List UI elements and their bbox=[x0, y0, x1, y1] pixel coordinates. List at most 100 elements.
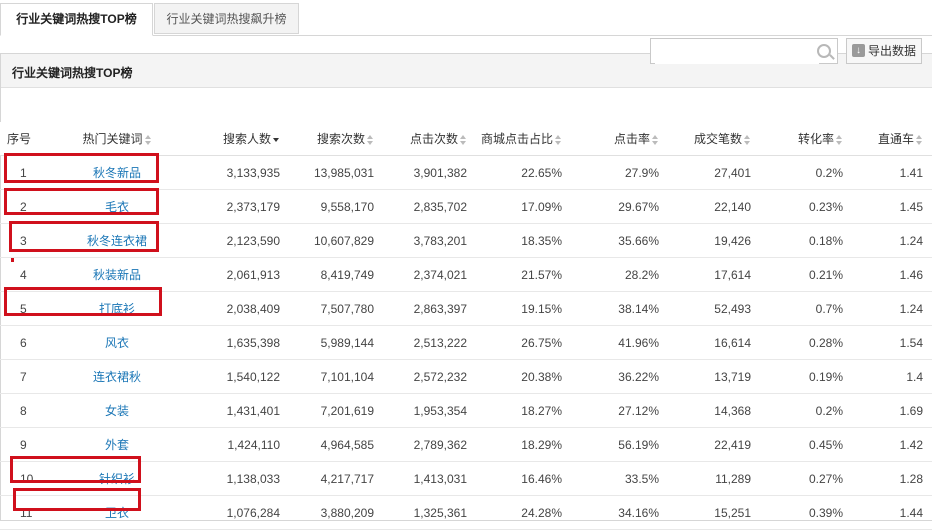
keyword-link[interactable]: 风衣 bbox=[105, 336, 129, 350]
search-count-cell: 8,419,749 bbox=[320, 267, 374, 282]
rank-cell: 4 bbox=[20, 267, 27, 282]
col-header-rank: 序号 bbox=[0, 122, 52, 156]
col-header-ctr[interactable]: 点击率 bbox=[571, 122, 668, 156]
deals-cell: 15,251 bbox=[714, 505, 751, 520]
keyword-link[interactable]: 秋装新品 bbox=[93, 268, 141, 282]
col-header-conversion[interactable]: 转化率 bbox=[760, 122, 852, 156]
mall-click-share-cell: 21.57% bbox=[521, 267, 562, 282]
ctr-cell: 41.96% bbox=[618, 335, 659, 350]
click-count-cell: 2,374,021 bbox=[413, 267, 467, 282]
mall-click-share-cell: 19.15% bbox=[521, 301, 562, 316]
sort-icon bbox=[555, 134, 562, 145]
ztc-cell: 1.46 bbox=[899, 267, 923, 282]
mall-click-share-cell: 17.09% bbox=[521, 199, 562, 214]
ztc-cell: 1.45 bbox=[899, 199, 923, 214]
rank-cell: 8 bbox=[20, 403, 27, 418]
mall-click-share-cell: 24.28% bbox=[521, 505, 562, 520]
col-header-ztc[interactable]: 直通车 bbox=[852, 122, 932, 156]
deals-cell: 22,419 bbox=[714, 437, 751, 452]
conversion-cell: 0.45% bbox=[808, 437, 843, 452]
search-box[interactable] bbox=[650, 38, 838, 64]
highlight-box-row-11 bbox=[13, 488, 141, 511]
col-header-keyword[interactable]: 热门关键词 bbox=[52, 122, 182, 156]
search-input[interactable] bbox=[655, 40, 819, 64]
search-users-cell: 2,373,179 bbox=[226, 199, 280, 214]
mall-click-share-cell: 26.75% bbox=[521, 335, 562, 350]
search-count-cell: 4,964,585 bbox=[320, 437, 374, 452]
search-count-cell: 7,201,619 bbox=[320, 403, 374, 418]
rank-cell: 7 bbox=[20, 369, 27, 384]
conversion-cell: 0.2% bbox=[815, 165, 843, 180]
click-count-cell: 1,325,361 bbox=[413, 505, 467, 520]
ztc-cell: 1.4 bbox=[906, 369, 923, 384]
click-count-cell: 2,835,702 bbox=[413, 199, 467, 214]
keyword-link[interactable]: 女装 bbox=[105, 404, 129, 418]
conversion-cell: 0.28% bbox=[808, 335, 843, 350]
sort-icon bbox=[144, 134, 152, 145]
ztc-cell: 1.42 bbox=[899, 437, 923, 452]
conversion-cell: 0.2% bbox=[815, 403, 843, 418]
col-header-click-count[interactable]: 点击次数 bbox=[383, 122, 476, 156]
ztc-cell: 1.24 bbox=[899, 301, 923, 316]
click-count-cell: 3,901,382 bbox=[413, 165, 467, 180]
ztc-cell: 1.24 bbox=[899, 233, 923, 248]
download-icon: ↓ bbox=[852, 44, 865, 57]
search-icon[interactable] bbox=[817, 44, 831, 58]
highlight-box-row-5 bbox=[4, 287, 162, 316]
export-label: 导出数据 bbox=[868, 44, 917, 58]
sort-icon bbox=[460, 134, 467, 145]
highlight-box-row-3 bbox=[9, 221, 159, 252]
search-count-cell: 5,989,144 bbox=[320, 335, 374, 350]
export-data-button[interactable]: ↓ 导出数据 bbox=[846, 38, 922, 64]
ctr-cell: 36.22% bbox=[618, 369, 659, 384]
conversion-cell: 0.19% bbox=[808, 369, 843, 384]
search-count-cell: 10,607,829 bbox=[313, 233, 374, 248]
mall-click-share-cell: 18.35% bbox=[521, 233, 562, 248]
table-row: 6 风衣 1,635,398 5,989,144 2,513,222 26.75% 41.9… bbox=[0, 325, 932, 360]
search-users-cell: 2,123,590 bbox=[226, 233, 280, 248]
highlight-box-row-1 bbox=[4, 153, 159, 183]
search-count-cell: 7,101,104 bbox=[320, 369, 374, 384]
conversion-cell: 0.18% bbox=[808, 233, 843, 248]
keyword-link[interactable]: 连衣裙秋 bbox=[93, 370, 141, 384]
highlight-mark-row-4 bbox=[11, 258, 14, 262]
deals-cell: 11,289 bbox=[715, 471, 751, 486]
click-count-cell: 2,789,362 bbox=[413, 437, 467, 452]
col-header-search-users[interactable]: 搜索人数 bbox=[182, 122, 289, 156]
ztc-cell: 1.69 bbox=[899, 403, 923, 418]
mall-click-share-cell: 16.46% bbox=[521, 471, 562, 486]
deals-cell: 16,614 bbox=[714, 335, 751, 350]
ztc-cell: 1.28 bbox=[899, 471, 923, 486]
conversion-cell: 0.39% bbox=[808, 505, 843, 520]
deals-cell: 22,140 bbox=[714, 199, 751, 214]
deals-cell: 52,493 bbox=[714, 301, 751, 316]
deals-cell: 27,401 bbox=[714, 165, 751, 180]
deals-cell: 13,719 bbox=[714, 369, 751, 384]
search-users-cell: 3,133,935 bbox=[226, 165, 280, 180]
keyword-link[interactable]: 外套 bbox=[105, 438, 129, 452]
col-header-deals[interactable]: 成交笔数 bbox=[668, 122, 760, 156]
panel-title: 行业关键词热搜TOP榜 bbox=[12, 66, 133, 80]
rank-cell: 9 bbox=[20, 437, 27, 452]
search-users-cell: 2,061,913 bbox=[226, 267, 280, 282]
ctr-cell: 27.12% bbox=[618, 403, 659, 418]
col-header-search-count[interactable]: 搜索次数 bbox=[289, 122, 383, 156]
click-count-cell: 1,953,354 bbox=[413, 403, 467, 418]
ctr-cell: 56.19% bbox=[618, 437, 659, 452]
ztc-cell: 1.44 bbox=[899, 505, 923, 520]
col-header-mall-click-share[interactable]: 商城点击占比 bbox=[476, 122, 571, 156]
ctr-cell: 33.5% bbox=[624, 471, 659, 486]
mall-click-share-cell: 18.27% bbox=[521, 403, 562, 418]
mall-click-share-cell: 18.29% bbox=[521, 437, 562, 452]
tab-rising-list[interactable]: 行业关键词热搜飙升榜 bbox=[154, 3, 299, 34]
search-count-cell: 4,217,717 bbox=[320, 471, 374, 486]
click-count-cell: 2,513,222 bbox=[413, 335, 467, 350]
click-count-cell: 2,863,397 bbox=[413, 301, 467, 316]
conversion-cell: 0.23% bbox=[808, 199, 843, 214]
deals-cell: 17,614 bbox=[714, 267, 751, 282]
sort-desc-icon bbox=[273, 135, 280, 145]
search-count-cell: 13,985,031 bbox=[313, 165, 374, 180]
tab-top-list[interactable]: 行业关键词热搜TOP榜 bbox=[0, 3, 153, 36]
ztc-cell: 1.54 bbox=[899, 335, 923, 350]
conversion-cell: 0.27% bbox=[808, 471, 843, 486]
